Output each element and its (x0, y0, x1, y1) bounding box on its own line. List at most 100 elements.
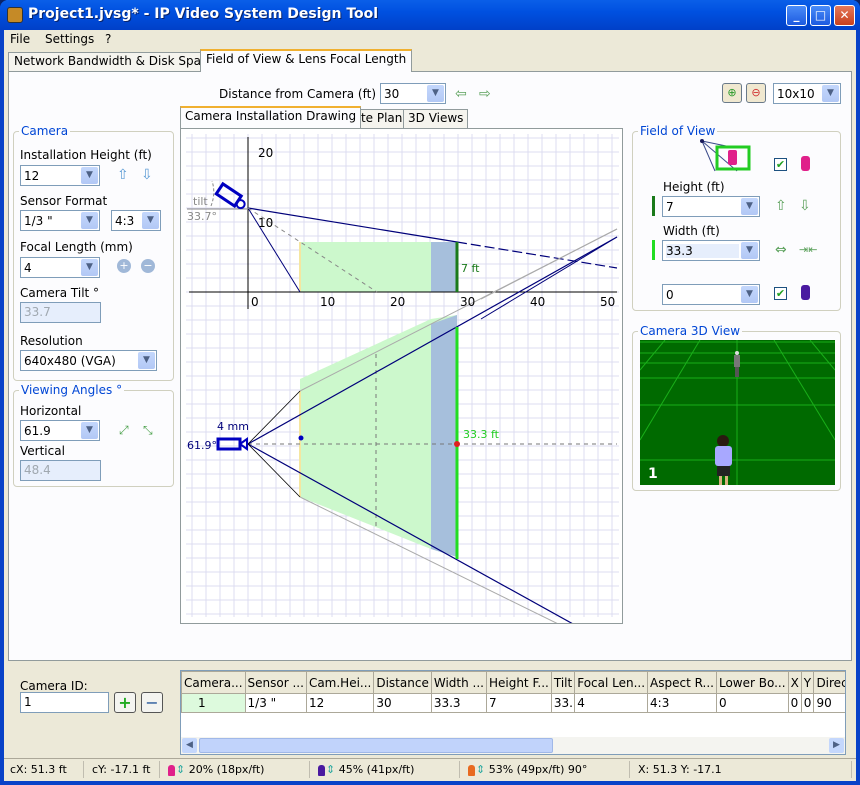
arrow-up-icon[interactable]: ⇧ (117, 167, 129, 183)
chevron-down-icon[interactable]: ▼ (81, 422, 98, 439)
tab-camera-installation-drawing[interactable]: Camera Installation Drawing (180, 106, 362, 128)
chevron-down-icon[interactable]: ▼ (138, 352, 155, 369)
focal-length-combo[interactable]: 4 ▼ (20, 257, 100, 278)
installation-height-label: Installation Height (ft) (20, 148, 152, 162)
arrow-down-icon[interactable]: ⇩ (799, 198, 811, 214)
table-cell[interactable]: 30 (373, 693, 432, 713)
chevron-down-icon[interactable]: ▼ (741, 286, 758, 303)
aspect-ratio-combo[interactable]: 4:3 ▼ (111, 210, 161, 231)
scroll-thumb[interactable] (199, 738, 553, 753)
chevron-down-icon[interactable]: ▼ (741, 198, 758, 215)
expand-icon[interactable]: ⤢ (119, 422, 129, 438)
table-cell[interactable]: 7 (485, 693, 552, 713)
horizontal-angle-combo[interactable]: 61.9 ▼ (20, 420, 100, 441)
table-row[interactable]: 1 1/3 " 12 30 33.3 7 33.7 4 4:3 0 0 0 90 (181, 693, 845, 713)
plus-circle-icon[interactable]: + (117, 259, 131, 273)
chevron-down-icon[interactable]: ▼ (81, 167, 98, 184)
remove-camera-button[interactable]: − (141, 692, 163, 713)
tilt-value: 33.7° (187, 210, 217, 223)
table-cell[interactable]: 0 (800, 693, 815, 713)
camera-id-field[interactable]: 1 (20, 692, 109, 713)
minus-circle-icon[interactable]: − (141, 259, 155, 273)
close-button[interactable]: ✕ (834, 5, 855, 26)
status-level-recognize: ⇕ 45% (41px/ft) (314, 761, 460, 778)
lower-bound-combo[interactable]: 0 ▼ (662, 284, 760, 305)
chevron-down-icon[interactable]: ▼ (427, 85, 444, 102)
camera-table[interactable]: Camera... Sensor ... Cam.Hei... Distance… (180, 670, 846, 755)
column-header[interactable]: Y (800, 671, 815, 694)
height-icon: ⇕ (326, 763, 336, 776)
table-header-row: Camera... Sensor ... Cam.Hei... Distance… (181, 671, 845, 694)
camera-3d-viewport[interactable]: 1 (640, 340, 835, 485)
table-cell[interactable]: 4 (574, 693, 649, 713)
table-cell[interactable]: 4:3 (647, 693, 717, 713)
chevron-down-icon[interactable]: ▼ (81, 259, 98, 276)
table-cell[interactable]: 33.7 (550, 693, 576, 713)
scroll-right-button[interactable]: ▶ (829, 738, 844, 753)
collapse-icon[interactable]: ⤡ (143, 422, 153, 438)
chevron-down-icon[interactable]: ▼ (142, 212, 159, 229)
column-header[interactable]: Sensor ... (244, 671, 307, 694)
column-header[interactable]: Camera... (181, 671, 246, 694)
side-fov-upper (247, 207, 458, 243)
camera-tilt-field: 33.7 (20, 302, 101, 323)
table-cell[interactable]: 33.3 (430, 693, 487, 713)
arrow-up-icon[interactable]: ⇧ (775, 198, 787, 214)
show-lower-checkbox[interactable]: ✔ (774, 287, 787, 300)
widen-icon[interactable]: ⇔ (775, 242, 787, 258)
column-header[interactable]: Height F... (485, 671, 552, 694)
column-header[interactable]: X (787, 671, 802, 694)
horizontal-angle-value: 61.9 (24, 424, 51, 438)
camera-tilt-label: Camera Tilt ° (20, 286, 100, 300)
arrow-down-icon[interactable]: ⇩ (141, 167, 153, 183)
narrow-icon[interactable]: ⇥⇤ (799, 242, 817, 258)
tab-3d-views[interactable]: 3D Views (403, 109, 469, 128)
table-cell[interactable]: 1/3 " (244, 693, 307, 713)
distance-combo[interactable]: 30 ▼ (380, 83, 446, 104)
chevron-down-icon[interactable]: ▼ (741, 242, 758, 259)
column-header[interactable]: Distance (373, 671, 432, 694)
menu-file[interactable]: File (10, 32, 30, 46)
scroll-left-button[interactable]: ◀ (182, 738, 197, 753)
camera-installation-drawing[interactable]: 0 10 20 30 40 50 10 20 tilt 33.7° 7 ft 4… (180, 128, 623, 624)
column-header[interactable]: Aspect R... (647, 671, 717, 694)
table-cell[interactable]: 90 (813, 693, 845, 713)
column-header[interactable]: Direct. (813, 671, 845, 694)
camera-group: Camera Installation Height (ft) 12 ▼ ⇧ ⇩… (13, 124, 174, 381)
grid-size-combo[interactable]: 10x10 ▼ (773, 83, 841, 104)
resolution-value: 640x480 (VGA) (24, 354, 116, 368)
table-cell[interactable]: 0 (787, 693, 802, 713)
table-cell[interactable]: 1 (181, 693, 246, 713)
add-camera-button[interactable]: + (114, 692, 136, 713)
drawing-canvas[interactable]: 0 10 20 30 40 50 10 20 tilt 33.7° 7 ft 4… (181, 129, 623, 624)
fov-width-combo[interactable]: 33.3 ▼ (662, 240, 760, 261)
menu-help[interactable]: ? (105, 32, 111, 46)
table-cell[interactable]: 12 (305, 693, 375, 713)
column-header[interactable]: Width ... (430, 671, 487, 694)
column-header[interactable]: Tilt (550, 671, 576, 694)
fov-height-combo[interactable]: 7 ▼ (662, 196, 760, 217)
maximize-button[interactable]: □ (810, 5, 831, 26)
zoom-in-button[interactable]: ⊕ (722, 83, 742, 103)
table-cell[interactable]: 0 (715, 693, 789, 713)
chevron-down-icon[interactable]: ▼ (822, 85, 839, 102)
tab-field-of-view[interactable]: Field of View & Lens Focal Length (200, 49, 413, 72)
column-header[interactable]: Cam.Hei... (305, 671, 375, 694)
minimize-button[interactable]: _ (786, 5, 807, 26)
tab-network-bandwidth[interactable]: Network Bandwidth & Disk Space (8, 52, 221, 71)
horizontal-scrollbar[interactable]: ◀ ▶ (181, 737, 845, 754)
column-header[interactable]: Focal Len... (574, 671, 649, 694)
chevron-down-icon[interactable]: ▼ (81, 212, 98, 229)
arrow-left-icon[interactable]: ⇦ (455, 86, 467, 102)
grid-size-value: 10x10 (777, 87, 815, 101)
column-header[interactable]: Lower Bo... (715, 671, 789, 694)
arrow-right-icon[interactable]: ⇨ (479, 86, 491, 102)
installation-height-combo[interactable]: 12 ▼ (20, 165, 100, 186)
person-orange-icon (468, 764, 475, 776)
zoom-out-button[interactable]: ⊖ (746, 83, 766, 103)
camera-group-title: Camera (19, 124, 71, 138)
menu-settings[interactable]: Settings (45, 32, 94, 46)
sensor-format-combo[interactable]: 1/3 " ▼ (20, 210, 100, 231)
show-target-checkbox[interactable]: ✔ (774, 158, 787, 171)
resolution-combo[interactable]: 640x480 (VGA) ▼ (20, 350, 157, 371)
